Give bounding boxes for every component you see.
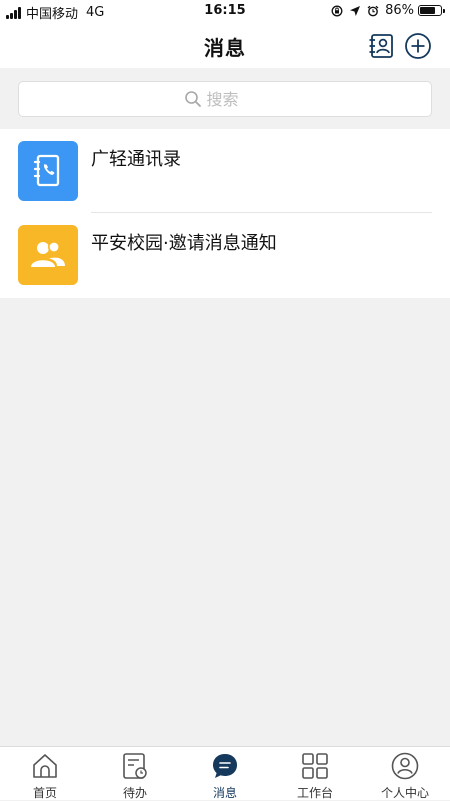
todo-icon [123, 753, 147, 779]
tab-message[interactable]: 消息 [180, 747, 270, 801]
tab-label: 首页 [32, 786, 57, 800]
tab-profile[interactable]: 个人中心 [360, 747, 450, 801]
contacts-book-icon[interactable] [367, 32, 395, 60]
nav-header: 消息 [0, 24, 450, 68]
rotation-lock-icon [331, 5, 343, 16]
tab-label: 个人中心 [380, 786, 429, 800]
tab-home[interactable]: 首页 [0, 747, 90, 801]
location-arrow-icon [350, 5, 361, 16]
tab-label: 消息 [212, 786, 237, 800]
group-icon [18, 225, 78, 285]
tab-bar: 首页 待办 消息 工作台 个人中心 [0, 746, 450, 800]
profile-icon [391, 752, 419, 780]
search-input[interactable] [206, 89, 267, 109]
status-bar: 中国移动 4G 16:15 86% [0, 0, 450, 24]
battery-level [420, 7, 436, 14]
tab-todo[interactable]: 待办 [90, 747, 180, 801]
grid-icon [302, 753, 328, 779]
search-icon [184, 91, 201, 107]
battery-icon [418, 5, 445, 16]
phone-book-icon [18, 141, 78, 201]
battery-percent: 86% [385, 3, 414, 18]
home-icon [33, 754, 57, 778]
status-right: 86% [325, 3, 445, 18]
alarm-icon [367, 5, 379, 16]
tab-label: 待办 [122, 786, 147, 800]
search-box[interactable] [18, 81, 432, 117]
conversation-list: 广轻通讯录 平安校园·邀请消息通知 [0, 129, 450, 298]
list-item[interactable]: 平安校园·邀请消息通知 [0, 213, 450, 297]
conversation-title: 平安校园·邀请消息通知 [91, 233, 277, 254]
search-area [0, 68, 450, 128]
message-icon [213, 754, 237, 778]
conversation-title: 广轻通讯录 [91, 149, 181, 170]
list-item[interactable]: 广轻通讯录 [0, 129, 450, 213]
tab-workbench[interactable]: 工作台 [270, 747, 360, 801]
add-circle-icon[interactable] [404, 32, 432, 60]
tab-label: 工作台 [296, 786, 333, 800]
